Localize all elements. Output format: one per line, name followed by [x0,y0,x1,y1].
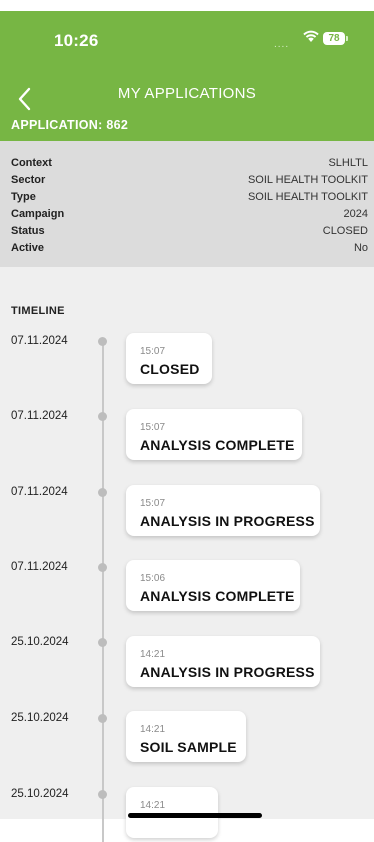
timeline-section: TIMELINE 07.11.2024 15:07 CLOSED 07.11.2… [0,267,374,842]
timeline-title: TIMELINE [11,305,65,317]
detail-label: Sector [11,174,46,186]
event-time: 14:21 [140,649,166,660]
event-time: 15:07 [140,422,166,433]
event-status: CLOSED [140,361,200,377]
event-time: 14:21 [140,800,166,811]
timeline-event-card[interactable]: 15:07 ANALYSIS COMPLETE [126,409,302,460]
detail-row-context: Context SLHLTL [11,157,368,173]
detail-label: Type [11,191,36,203]
signal-icon: .... [274,39,290,50]
timeline-event-card[interactable]: 15:06 ANALYSIS COMPLETE [126,560,300,611]
battery-icon: 78 [323,32,348,45]
application-id: APPLICATION: 862 [11,118,129,132]
detail-row-type: Type SOIL HEALTH TOOLKIT [11,191,368,207]
detail-label: Active [11,242,45,254]
detail-value: SOIL HEALTH TOOLKIT [247,174,368,186]
detail-row-status: Status CLOSED [11,225,368,241]
timeline-date: 07.11.2024 [11,561,68,573]
detail-row-active: Active No [11,242,368,258]
detail-row-sector: Sector SOIL HEALTH TOOLKIT [11,174,368,190]
wifi-icon [303,30,319,42]
detail-value: SLHLTL [328,157,368,169]
detail-value: 2024 [343,208,368,220]
detail-label: Campaign [11,208,65,220]
timeline-dot [98,563,107,572]
timeline-event-card[interactable]: 14:21 ANALYSIS IN PROGRESS [126,636,320,687]
timeline-dot [98,488,107,497]
detail-label: Context [11,157,52,169]
timeline-dot [98,714,107,723]
detail-label: Status [11,225,45,237]
page-title: MY APPLICATIONS [117,85,257,102]
timeline-event-card[interactable]: 15:07 CLOSED [126,333,212,384]
timeline-dot [98,790,107,799]
event-status: ANALYSIS COMPLETE [140,588,295,604]
event-status: ANALYSIS COMPLETE [140,437,295,453]
status-time: 10:26 [54,31,99,50]
timeline-date: 07.11.2024 [11,410,68,422]
event-time: 15:06 [140,573,166,584]
app-header: 10:26 .... 78 MY APPLICATIONS APPLICATIO… [0,11,374,141]
timeline-date: 25.10.2024 [11,712,69,724]
timeline-date: 07.11.2024 [11,335,68,347]
timeline-dot [98,638,107,647]
detail-value: CLOSED [322,225,368,237]
event-time: 15:07 [140,346,166,357]
timeline-date: 25.10.2024 [11,788,69,800]
detail-row-campaign: Campaign 2024 [11,208,368,224]
timeline-event-card[interactable]: 14:21 SOIL SAMPLE [126,711,246,762]
event-status: ANALYSIS IN PROGRESS [140,664,315,680]
timeline-date: 25.10.2024 [11,636,69,648]
timeline-dot [98,337,107,346]
timeline-event-card[interactable]: 15:07 ANALYSIS IN PROGRESS [126,485,320,536]
event-time: 15:07 [140,498,166,509]
detail-value: No [353,242,368,254]
event-status: ANALYSIS IN PROGRESS [140,513,315,529]
detail-value: SOIL HEALTH TOOLKIT [247,191,368,203]
home-indicator[interactable] [128,813,262,818]
timeline-dot [98,412,107,421]
application-details: Context SLHLTL Sector SOIL HEALTH TOOLKI… [0,141,374,267]
timeline-date: 07.11.2024 [11,486,68,498]
event-time: 14:21 [140,724,166,735]
event-status: SOIL SAMPLE [140,739,237,755]
